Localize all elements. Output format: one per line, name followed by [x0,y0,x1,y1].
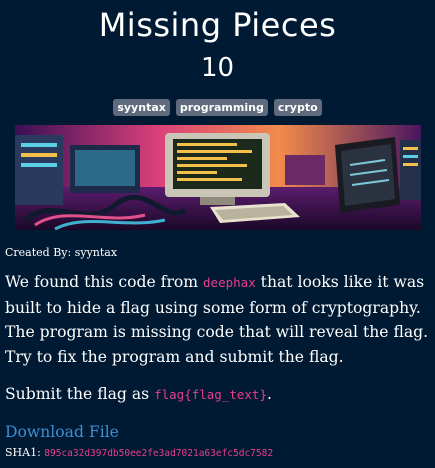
challenge-points: 10 [200,53,235,83]
challenge-description: We found this code from deephax that loo… [5,270,430,369]
description-part1: We found this code from [5,273,204,291]
retro-computer-illustration [15,125,421,230]
created-by: Created By: syyntax [5,246,117,260]
author-name: syyntax [74,246,118,259]
flag-format: flag{flag_text} [154,387,267,402]
submit-prefix: Submit the flag as [5,385,155,403]
submit-instructions: Submit the flag as flag{flag_text}. [5,382,430,407]
sha1-value: 895ca32d397db50ee2fe3ad7021a63efc5dc7582 [44,448,274,459]
tag-programming: programming [175,99,268,116]
sha1-label: SHA1: [5,446,41,459]
sha1-hash: SHA1: 895ca32d397db50ee2fe3ad7021a63efc5… [5,446,273,461]
tag-syyntax: syyntax [113,99,170,116]
tag-list: syyntax programming crypto [0,99,435,116]
submit-suffix: . [266,385,272,403]
challenge-banner-image [15,125,421,230]
challenge-title: Missing Pieces [98,6,337,44]
description-code: deephax [203,275,256,290]
download-file-link[interactable]: Download File [5,422,119,442]
created-by-label: Created By: [5,246,72,259]
tag-crypto: crypto [273,99,322,116]
